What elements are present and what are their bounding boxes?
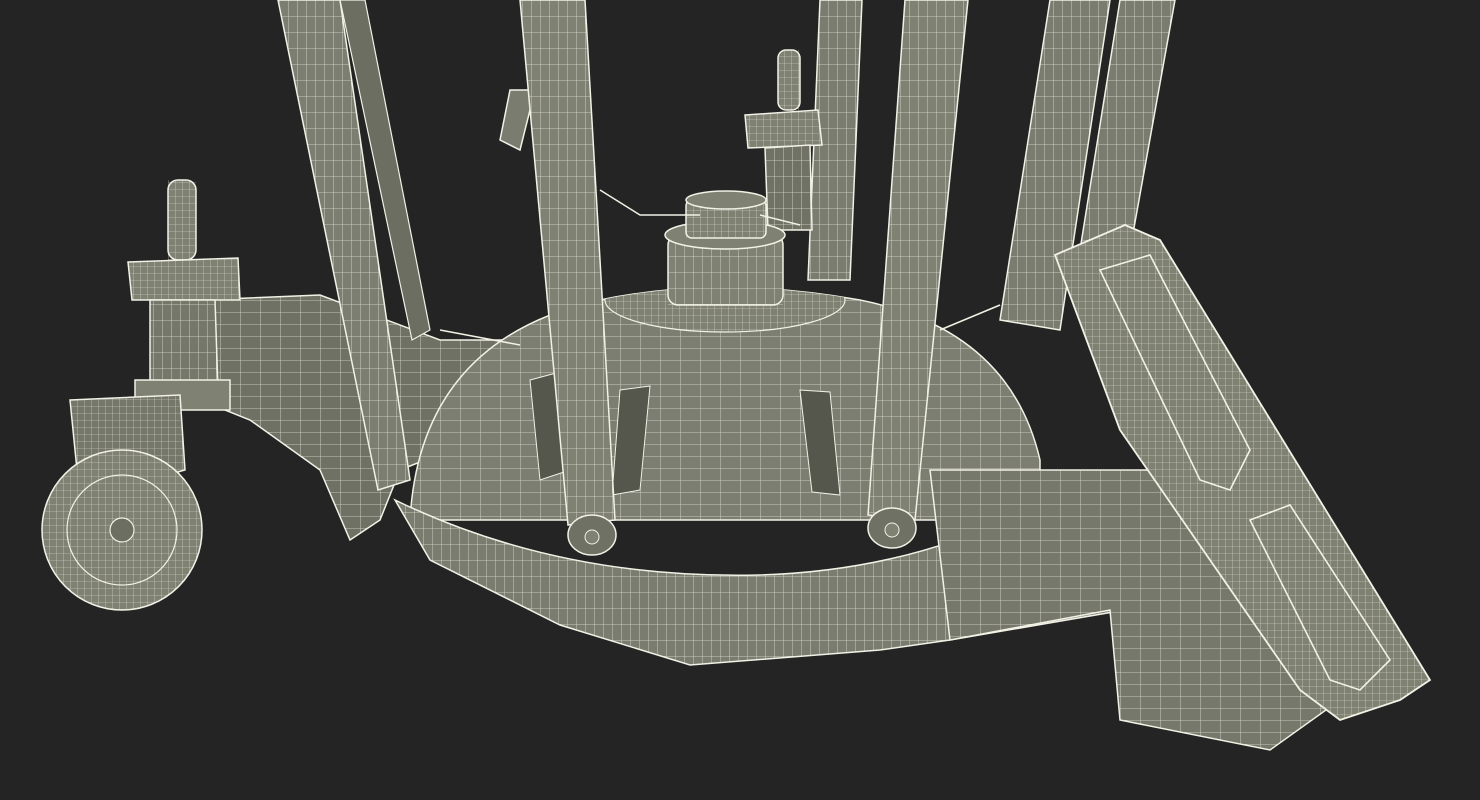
wireframe-render (0, 0, 1480, 800)
render-viewport (0, 0, 1480, 800)
